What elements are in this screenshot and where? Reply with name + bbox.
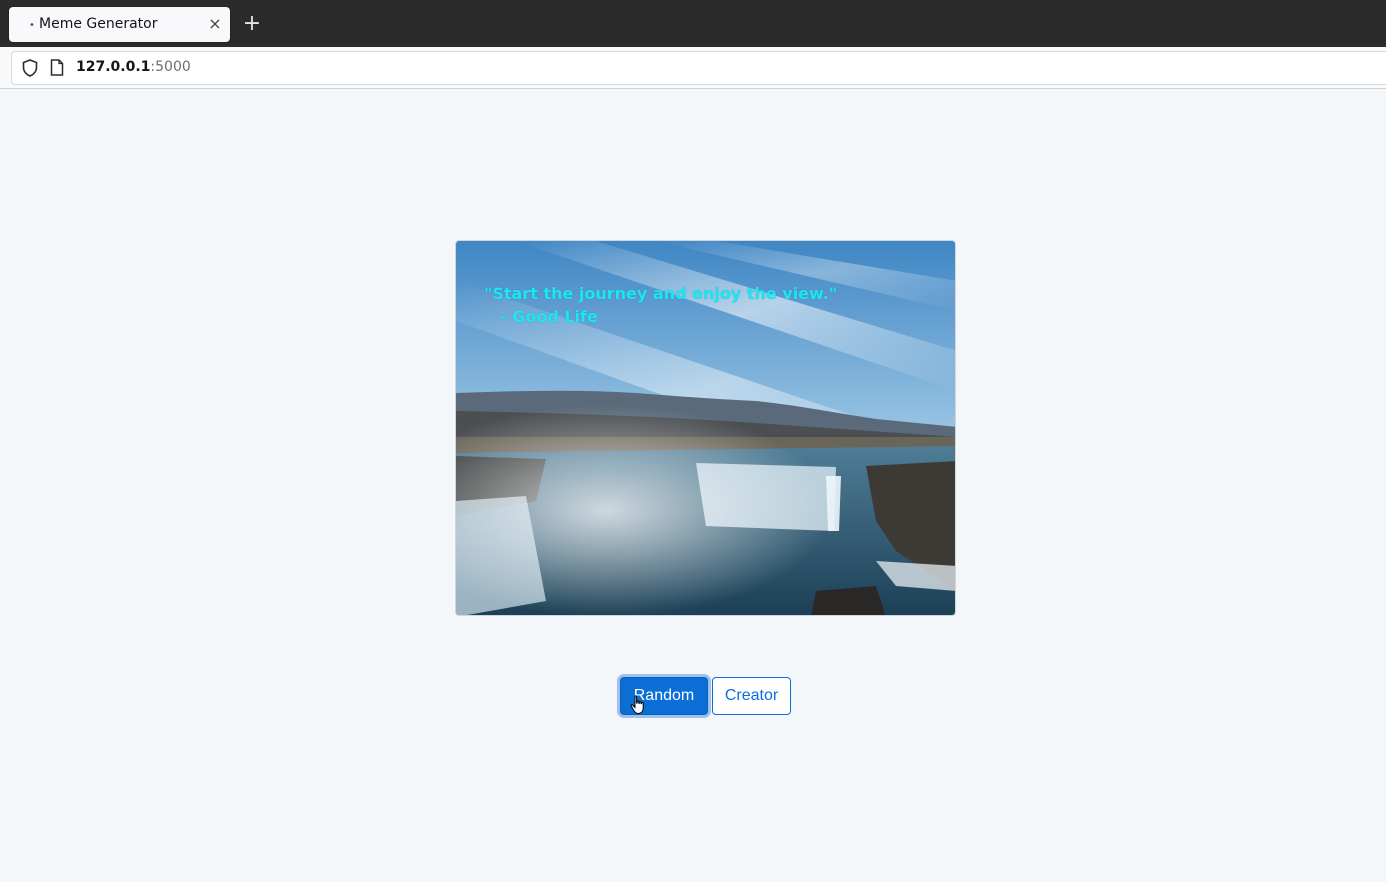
creator-button[interactable]: Creator: [712, 677, 791, 715]
url-port: :5000: [150, 59, 191, 75]
tab-status-dot: •: [29, 20, 35, 31]
meme-quote-text: "Start the journey and enjoy the view.": [484, 284, 838, 303]
url-text[interactable]: 127.0.0.1:5000: [76, 59, 191, 75]
browser-tab[interactable]: • Meme Generator ×: [9, 7, 230, 42]
browser-titlebar: • Meme Generator × +: [0, 0, 1386, 47]
shield-icon[interactable]: [22, 59, 38, 77]
tab-title: Meme Generator: [39, 16, 158, 32]
close-icon[interactable]: ×: [207, 13, 223, 35]
hand-pointer-icon: [630, 695, 644, 715]
new-tab-icon[interactable]: +: [240, 12, 264, 36]
address-bar[interactable]: 127.0.0.1:5000: [11, 51, 1386, 85]
meme-author-text: - Good Life: [500, 307, 598, 326]
page-icon[interactable]: [50, 59, 64, 76]
navigation-toolbar: 127.0.0.1:5000: [0, 47, 1386, 89]
meme-image: "Start the journey and enjoy the view." …: [455, 240, 956, 616]
url-host: 127.0.0.1: [76, 59, 151, 75]
